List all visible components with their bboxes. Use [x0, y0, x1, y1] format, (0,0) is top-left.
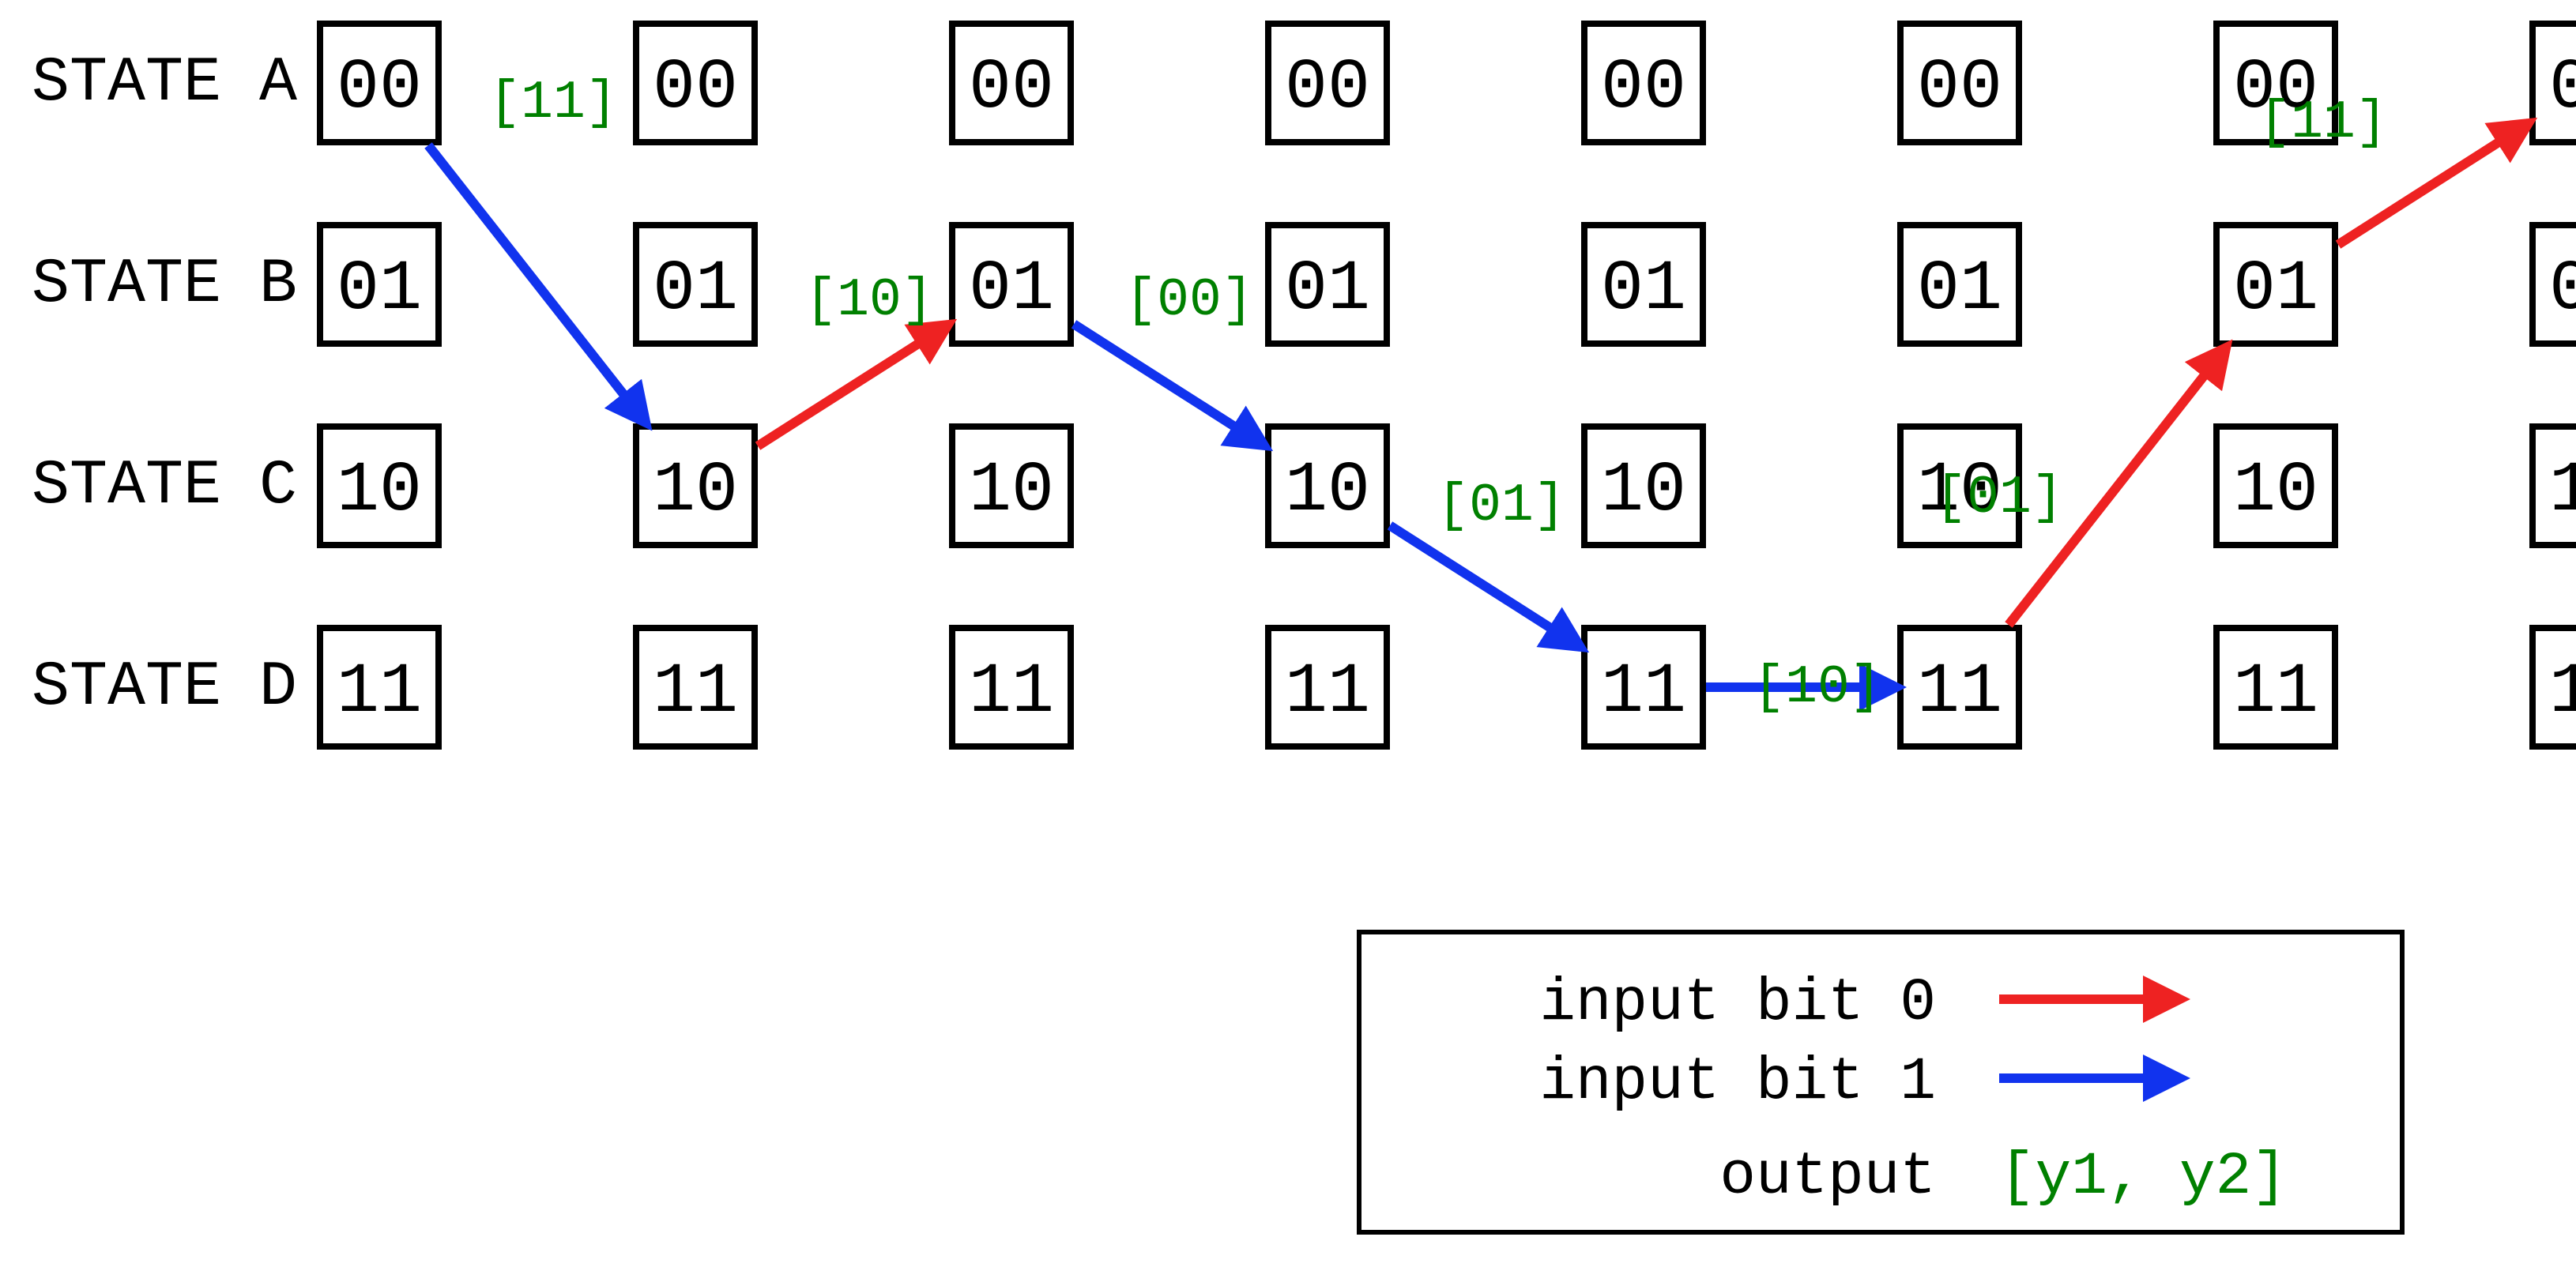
state-node-value: 10 [969, 451, 1054, 532]
transition-output-label: [00] [1124, 270, 1253, 331]
transition-output-label: [01] [1934, 468, 2063, 528]
state-node-value: 01 [2233, 250, 2318, 330]
transition-output-label: [11] [488, 73, 617, 133]
state-node-value: 00 [1285, 48, 1370, 129]
state-node-value: 00 [2549, 48, 2576, 129]
state-node-value: 01 [1601, 250, 1686, 330]
transition-output-label: [01] [1437, 476, 1565, 536]
state-node-value: 01 [337, 250, 422, 330]
state-node-value: 01 [1917, 250, 2002, 330]
state-node-value: 10 [1285, 451, 1370, 532]
state-node-value: 11 [1917, 652, 2002, 733]
state-node-value: 01 [969, 250, 1054, 330]
state-node-value: 10 [2549, 451, 2576, 532]
state-node-value: 11 [969, 652, 1054, 733]
legend-input0-label: input bit 0 [1539, 969, 1936, 1037]
state-row-label: STATE C [32, 450, 297, 522]
transition-output-label: [11] [2258, 92, 2387, 153]
state-node-value: 10 [653, 451, 738, 532]
state-node-value: 10 [1601, 451, 1686, 532]
legend-input1-label: input bit 1 [1539, 1048, 1936, 1116]
state-node-value: 01 [1285, 250, 1370, 330]
state-node-value: 10 [2233, 451, 2318, 532]
state-row-label: STATE A [32, 47, 297, 119]
legend-output-value: [y1, y2] [1999, 1143, 2288, 1211]
state-node-value: 01 [653, 250, 738, 330]
state-node-value: 11 [2233, 652, 2318, 733]
trellis-diagram: STATE A STATE B STATE C STATE D 00 01 10 11 00 01… [0, 0, 2576, 1267]
state-node-value: 00 [337, 48, 422, 129]
state-node-value: 01 [2549, 250, 2576, 330]
state-node-value: 00 [1917, 48, 2002, 129]
state-node-value: 11 [1601, 652, 1686, 733]
state-node-value: 11 [653, 652, 738, 733]
state-node-value: 11 [1285, 652, 1370, 733]
transition-arrow [1390, 525, 1581, 647]
state-node-value: 10 [337, 451, 422, 532]
state-node-value: 11 [2549, 652, 2576, 733]
transition-arrow [428, 145, 646, 423]
state-row-label: STATE D [32, 652, 297, 724]
legend-output-label: output [1719, 1143, 1936, 1211]
transition-output-label: [10] [804, 270, 933, 331]
state-row-label: STATE B [32, 249, 297, 321]
state-node-value: 00 [653, 48, 738, 129]
state-node-value: 00 [969, 48, 1054, 129]
transition-output-label: [10] [1753, 657, 1881, 718]
state-node-value: 11 [337, 652, 422, 733]
state-node-value: 00 [1601, 48, 1686, 129]
transition-arrow [1074, 324, 1265, 446]
transition-arrow [758, 324, 949, 446]
